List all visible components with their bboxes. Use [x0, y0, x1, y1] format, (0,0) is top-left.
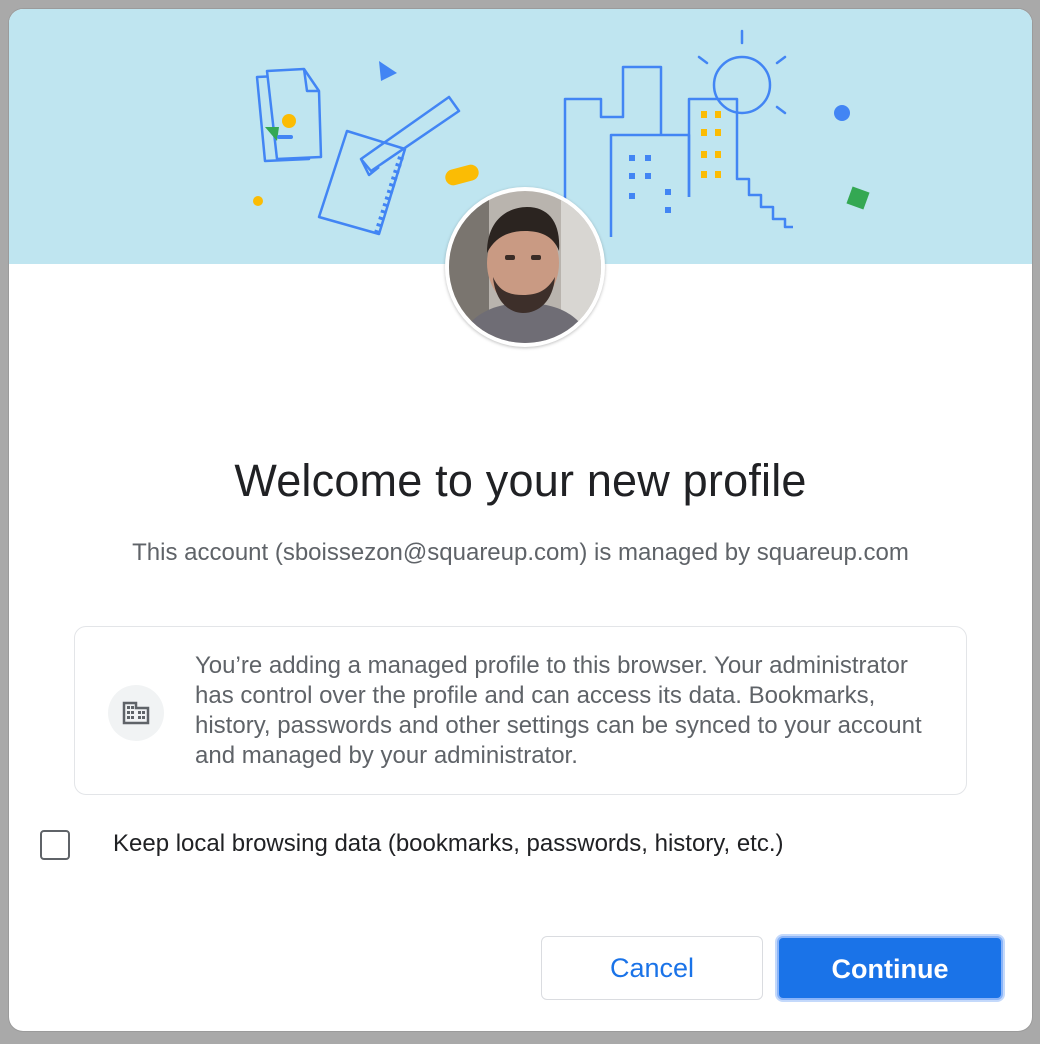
managed-profile-text: You’re adding a managed profile to this …: [195, 652, 922, 769]
managed-profile-notice: You’re adding a managed profile to this …: [74, 626, 967, 795]
dialog-title: Welcome to your new profile: [234, 455, 807, 506]
avatar-photo: [449, 191, 601, 343]
cancel-button[interactable]: Cancel: [541, 936, 763, 1000]
keep-local-data-checkbox[interactable]: [40, 830, 70, 860]
continue-button[interactable]: Continue: [777, 936, 1003, 1000]
welcome-dialog: Welcome to your new profile This account…: [9, 9, 1032, 1031]
building-icon: [108, 685, 164, 741]
managed-account-subtitle: This account (sboissezon@squareup.com) i…: [132, 539, 909, 566]
profile-avatar: [445, 187, 605, 347]
keep-local-data-label[interactable]: Keep local browsing data (bookmarks, pas…: [113, 830, 784, 858]
